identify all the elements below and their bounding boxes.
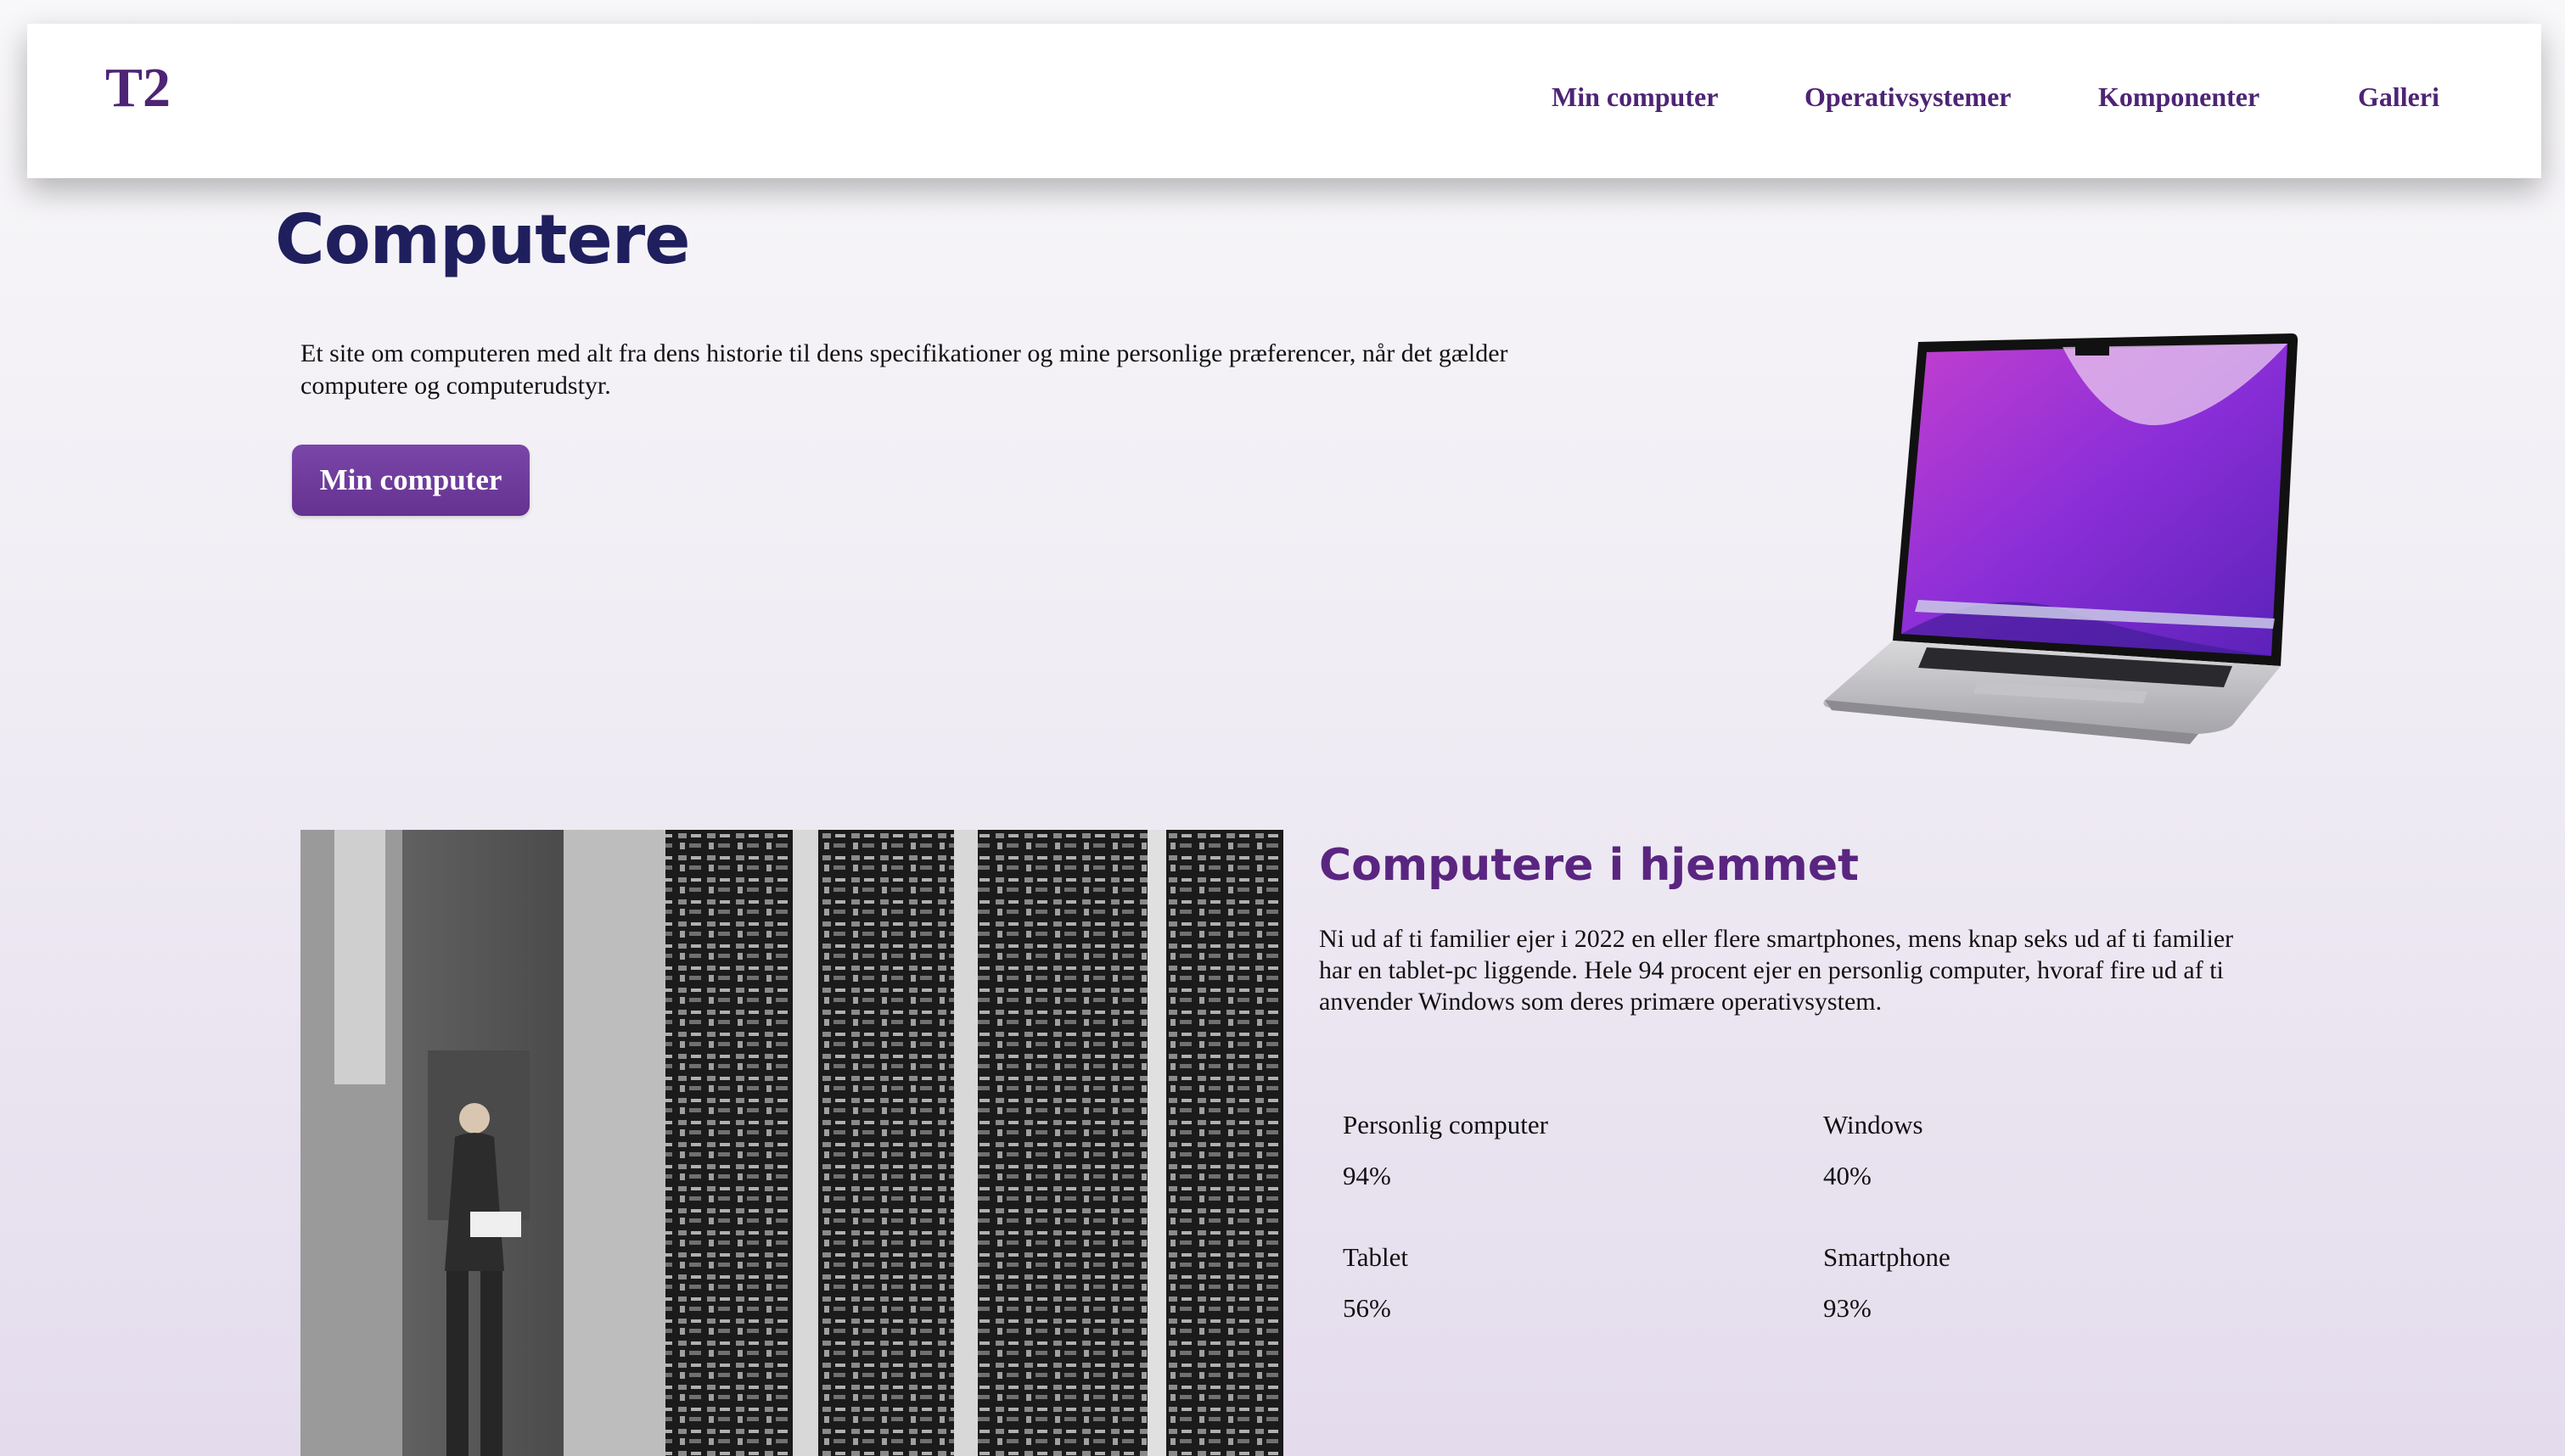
min-computer-button[interactable]: Min computer — [292, 445, 530, 516]
stat-value: 93% — [1823, 1293, 1872, 1323]
stat-tablet: Tablet 56% — [1343, 1242, 1784, 1324]
stat-smartphone: Smartphone 93% — [1823, 1242, 2265, 1324]
stat-label: Tablet — [1343, 1242, 1409, 1272]
nav-link-galleri[interactable]: Galleri — [2358, 81, 2439, 113]
stat-label: Personlig computer — [1343, 1110, 1548, 1140]
stat-value: 40% — [1823, 1161, 1872, 1190]
section-heading: Computere i hjemmet — [1319, 840, 1859, 891]
stat-label: Windows — [1823, 1110, 1923, 1140]
stat-personal-computer: Personlig computer 94% — [1343, 1110, 1784, 1191]
stat-value: 94% — [1343, 1161, 1391, 1190]
nav-link-min-computer[interactable]: Min computer — [1552, 81, 1718, 113]
nav-link-komponenter[interactable]: Komponenter — [2098, 81, 2259, 113]
page-title: Computere — [275, 200, 690, 279]
laptop-image — [1823, 333, 2298, 744]
stat-value: 56% — [1343, 1293, 1391, 1323]
stat-windows: Windows 40% — [1823, 1110, 2265, 1191]
site-logo[interactable]: T2 — [105, 56, 171, 120]
top-navbar: T2 Min computer Operativsystemer Kompone… — [27, 24, 2541, 178]
stat-label: Smartphone — [1823, 1242, 1950, 1272]
history-computer-photo — [300, 830, 1283, 1456]
nav-link-operativsystemer[interactable]: Operativsystemer — [1804, 81, 2011, 113]
intro-text: Et site om computeren med alt fra dens h… — [300, 339, 1508, 400]
section-text: Ni ud af ti familier ejer i 2022 en elle… — [1319, 925, 2234, 1016]
